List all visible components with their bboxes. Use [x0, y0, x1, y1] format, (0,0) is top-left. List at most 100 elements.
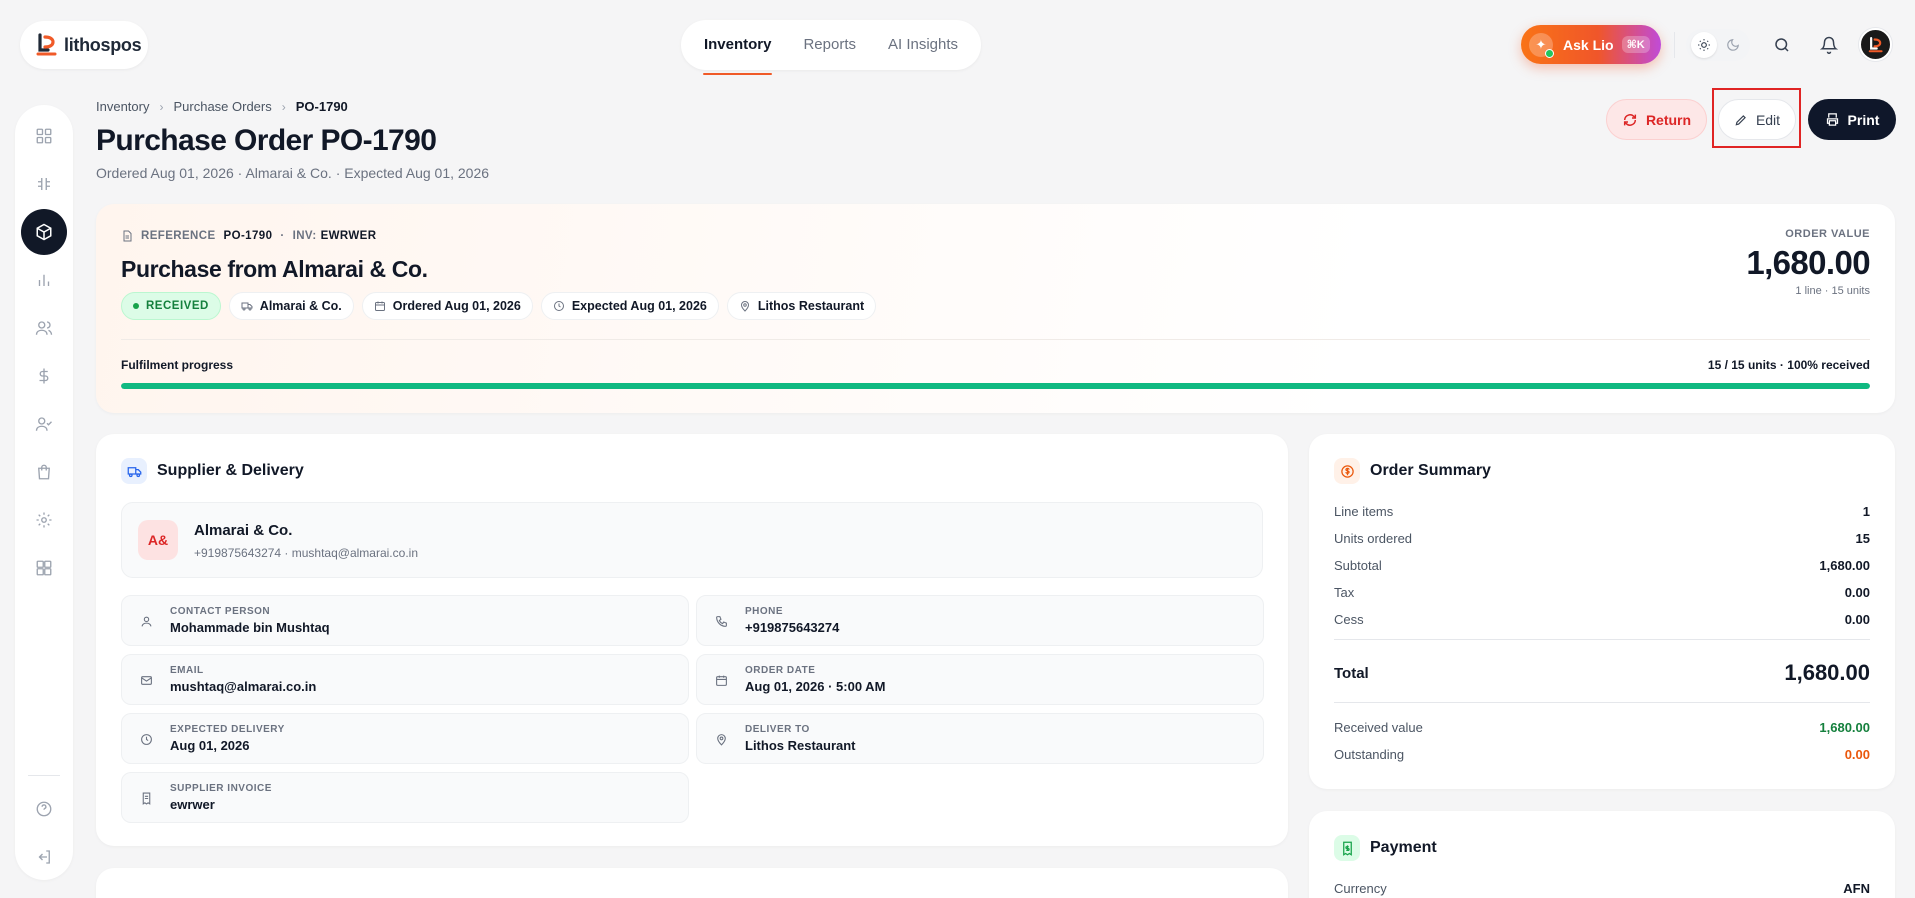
sidebar-divider	[28, 775, 60, 776]
field-label: PHONE	[745, 606, 784, 617]
sidebar-item-reports[interactable]	[21, 257, 67, 303]
summary-row-subtotal: Subtotal 1,680.00	[1334, 558, 1870, 573]
supplier-avatar: A&	[138, 520, 178, 560]
calendar-icon	[713, 672, 729, 688]
outstanding-label: Outstanding	[1334, 747, 1405, 762]
order-hero-card: REFERENCE PO-1790 · INV: EWRWER Purchase…	[96, 204, 1895, 413]
summary-total: Total 1,680.00	[1334, 660, 1870, 686]
theme-toggle[interactable]	[1686, 29, 1750, 61]
field-email: EMAIL mushtaq@almarai.co.in	[121, 654, 689, 705]
app-name: lithospos	[64, 34, 142, 55]
order-value-label: ORDER VALUE	[1785, 228, 1870, 240]
progress-bar	[121, 383, 1870, 389]
sidebar-item-orders[interactable]	[21, 449, 67, 495]
outstanding-value: 0.00	[1844, 747, 1870, 762]
return-label: Return	[1645, 111, 1692, 128]
progress-text: 15 / 15 units · 100% received	[1707, 358, 1870, 372]
sidebar-item-dashboard[interactable]	[21, 113, 67, 159]
receipt-icon	[138, 790, 154, 806]
summary-card-title: Order Summary	[1370, 462, 1491, 479]
page-subtitle: Ordered Aug 01, 2026 · Almarai & Co. · E…	[96, 165, 490, 181]
field-expected-delivery: EXPECTED DELIVERY Aug 01, 2026	[121, 713, 689, 764]
document-icon	[123, 230, 132, 242]
field-label: CONTACT PERSON	[170, 606, 271, 617]
print-button[interactable]: Print	[1808, 99, 1896, 140]
sidebar-item-customers[interactable]	[21, 305, 67, 351]
printer-icon	[1826, 113, 1838, 126]
app-logo[interactable]: lithospos	[20, 21, 148, 69]
total-value: 1,680.00	[1784, 660, 1870, 685]
field-order-date: ORDER DATE Aug 01, 2026 · 5:00 AM	[696, 654, 1264, 705]
apps-icon	[36, 560, 52, 576]
field-label: EMAIL	[170, 665, 204, 676]
progress-label: Fulfilment progress	[121, 358, 234, 372]
return-button[interactable]: Return	[1606, 99, 1707, 140]
supplier-card-title: Supplier & Delivery	[157, 462, 304, 479]
breadcrumb-inventory[interactable]: Inventory	[96, 99, 149, 114]
sidebar-item-logout[interactable]	[21, 834, 67, 880]
breadcrumb-current: PO-1790	[295, 99, 348, 114]
mail-icon	[138, 672, 154, 688]
field-contact-person: CONTACT PERSON Mohammade bin Mushtaq	[121, 595, 689, 646]
field-value: ewrwer	[170, 797, 215, 812]
tab-ai-insights[interactable]: AI Insights	[873, 20, 973, 70]
invoice-value: EWRWER	[320, 230, 377, 242]
field-label: DELIVER TO	[745, 724, 810, 735]
reference-label: REFERENCE	[141, 230, 216, 242]
summary-divider	[1334, 702, 1870, 703]
tab-reports[interactable]: Reports	[788, 20, 871, 70]
sidebar-item-staff[interactable]	[21, 401, 67, 447]
ask-lio-button[interactable]: ✦ Ask Lio ⌘K	[1521, 25, 1661, 64]
coin-icon	[1334, 458, 1360, 484]
hash-icon	[38, 178, 50, 190]
summary-divider	[1334, 639, 1870, 640]
moon-icon[interactable]	[1720, 32, 1746, 58]
sun-icon[interactable]	[1690, 32, 1717, 58]
supplier-box: A& Almarai & Co. +919875643274 · mushtaq…	[121, 502, 1263, 578]
bell-icon[interactable]	[1817, 33, 1841, 57]
sidebar-item-finance[interactable]	[21, 353, 67, 399]
payment-currency-row: Currency AFN	[1334, 881, 1870, 896]
received-value: 1,680.00	[1819, 720, 1870, 735]
location-chip-text: Lithos Restaurant	[757, 299, 865, 313]
sidebar-item-pos[interactable]	[21, 161, 67, 207]
summary-row-tax: Tax 0.00	[1334, 585, 1870, 600]
calendar-icon	[374, 301, 385, 311]
summary-row-label: Cess	[1334, 612, 1364, 627]
sidebar-item-help[interactable]	[21, 786, 67, 832]
status-badge: RECEIVED	[121, 292, 221, 320]
payment-card: Payment Currency AFN	[1309, 811, 1895, 898]
field-value: mushtaq@almarai.co.in	[170, 679, 317, 694]
sidebar-item-settings[interactable]	[21, 497, 67, 543]
field-label: SUPPLIER INVOICE	[170, 783, 272, 794]
summary-row-line-items: Line items 1	[1334, 504, 1870, 519]
truck-icon	[241, 302, 253, 311]
dollar-icon	[39, 368, 49, 384]
user-icon	[138, 613, 154, 629]
field-value: Aug 01, 2026 · 5:00 AM	[745, 679, 886, 694]
sidebar-item-inventory[interactable]	[21, 209, 67, 255]
payment-card-header: Payment	[1334, 835, 1437, 861]
tab-inventory[interactable]: Inventory	[689, 20, 787, 75]
field-label: ORDER DATE	[745, 665, 816, 676]
status-dot-icon	[133, 303, 139, 309]
field-deliver-to: DELIVER TO Lithos Restaurant	[696, 713, 1264, 764]
location-chip: Lithos Restaurant	[726, 292, 877, 320]
ask-lio-label: Ask Lio	[1563, 36, 1614, 53]
expected-chip-text: Expected Aug 01, 2026	[571, 299, 707, 313]
order-value: 1,680.00	[1746, 244, 1870, 281]
search-icon[interactable]	[1770, 33, 1794, 57]
user-avatar[interactable]	[1859, 28, 1892, 61]
breadcrumb-purchase-orders[interactable]: Purchase Orders	[173, 99, 271, 114]
field-phone: PHONE +919875643274	[696, 595, 1264, 646]
field-value: Lithos Restaurant	[745, 738, 856, 753]
supplier-delivery-card: Supplier & Delivery A& Almarai & Co. +91…	[96, 434, 1288, 846]
invoice-label: INV:	[292, 230, 317, 242]
field-value: Aug 01, 2026	[170, 738, 250, 753]
line-items-card	[96, 868, 1288, 898]
truck-icon	[121, 458, 147, 484]
sidebar-item-apps[interactable]	[21, 545, 67, 591]
order-summary-card: Order Summary Line items 1 Units ordered 1…	[1309, 434, 1895, 789]
chevron-right-icon: ›	[159, 99, 164, 114]
reference-line: REFERENCE PO-1790 · INV: EWRWER	[121, 230, 376, 242]
